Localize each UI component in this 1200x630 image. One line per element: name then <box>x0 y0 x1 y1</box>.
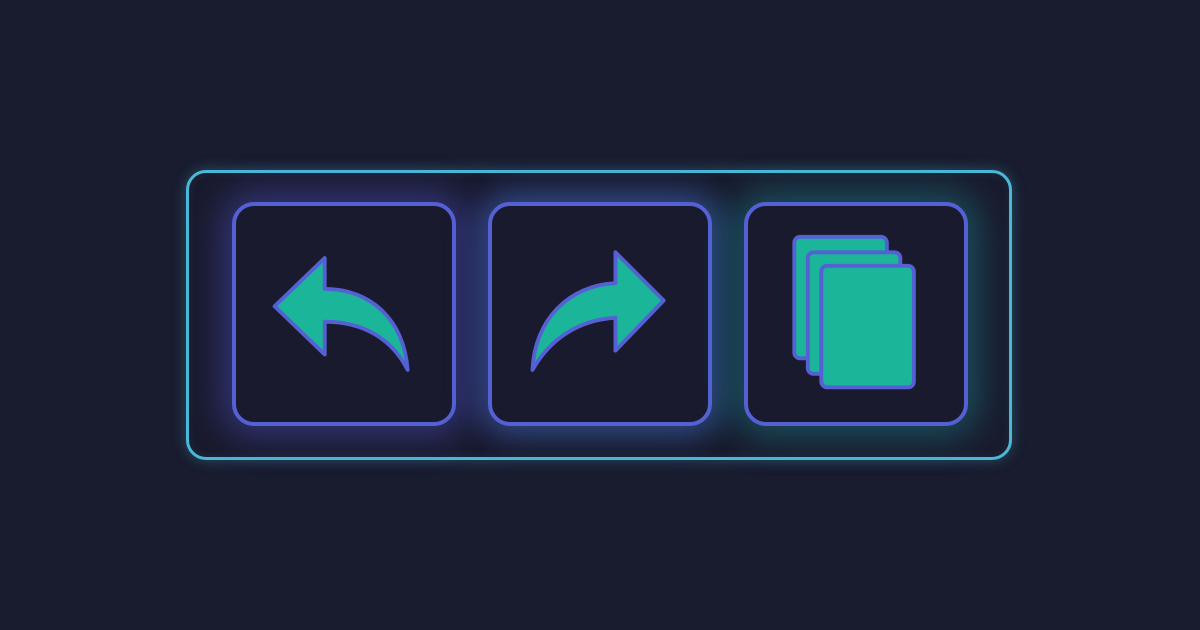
undo-arrow-icon <box>236 206 452 422</box>
canvas <box>0 0 1200 630</box>
copy-button[interactable] <box>744 202 968 426</box>
undo-button[interactable] <box>232 202 456 426</box>
copy-icon <box>748 206 964 422</box>
redo-button[interactable] <box>488 202 712 426</box>
redo-arrow-icon <box>492 206 708 422</box>
